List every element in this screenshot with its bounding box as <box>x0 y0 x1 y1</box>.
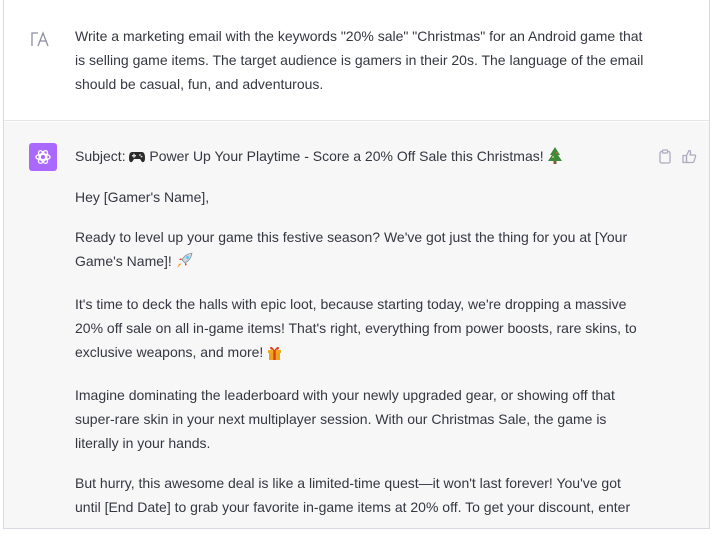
subject-label: Subject: <box>75 148 126 164</box>
email-paragraph-4: But hurry, this awesome deal is like a l… <box>75 475 631 515</box>
email-paragraph-2: It's time to deck the halls with epic lo… <box>75 292 645 367</box>
clipboard-icon[interactable] <box>657 148 673 164</box>
message-actions <box>657 148 697 164</box>
email-paragraph-3: Imagine dominating the leaderboard with … <box>75 387 615 451</box>
user-message-row: Write a marketing email with the keyword… <box>4 0 709 121</box>
user-initials-icon <box>30 29 50 49</box>
assistant-message-body: Subject: Power Up Your Playtime - Score … <box>75 144 645 528</box>
christmas-tree-icon <box>547 147 562 171</box>
chat-window: Write a marketing email with the keyword… <box>3 0 710 529</box>
subject-text: Power Up Your Playtime - Score a 20% Off… <box>149 148 544 164</box>
rocket-icon <box>176 252 193 276</box>
game-controller-icon <box>129 147 146 171</box>
assistant-message-row: Subject: Power Up Your Playtime - Score … <box>4 122 709 528</box>
email-greeting: Hey [Gamer's Name], <box>75 189 210 205</box>
openai-logo-icon <box>29 143 57 171</box>
email-subject-line: Subject: Power Up Your Playtime - Score … <box>75 144 645 171</box>
email-paragraph-1: Ready to level up your game this festive… <box>75 225 645 276</box>
thumbs-up-icon[interactable] <box>681 148 697 164</box>
email-paragraph-2-text: It's time to deck the halls with epic lo… <box>75 296 637 360</box>
gift-icon <box>267 343 282 367</box>
email-paragraph-1-text: Ready to level up your game this festive… <box>75 229 628 269</box>
user-message-text: Write a marketing email with the keyword… <box>75 28 644 92</box>
